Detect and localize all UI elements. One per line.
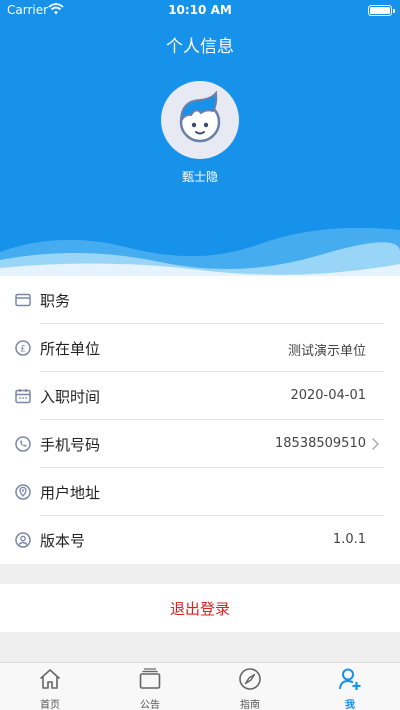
row-position[interactable]: 职务 xyxy=(0,276,400,324)
calendar-icon xyxy=(15,389,31,404)
profile-header: Carrier 10:10 AM 个人信息 甄士隐 xyxy=(0,0,400,276)
battery-icon xyxy=(368,5,395,16)
row-label: 职务 xyxy=(40,292,71,310)
tab-notice[interactable]: 公告 xyxy=(100,663,200,710)
row-value: 测试演示单位 xyxy=(287,344,366,359)
tab-label: 我 xyxy=(345,700,355,710)
profile-add-icon xyxy=(339,668,361,690)
tab-label: 首页 xyxy=(40,700,60,710)
row-label: 版本号 xyxy=(40,532,86,550)
page-title: 个人信息 xyxy=(166,37,234,57)
notice-icon xyxy=(139,668,161,689)
avatar-boy-icon xyxy=(179,90,221,143)
user-name: 甄士隐 xyxy=(181,170,218,184)
user-icon xyxy=(15,532,31,548)
logout-button[interactable]: 退出登录 xyxy=(0,584,400,632)
row-version[interactable]: 版本号 1.0.1 xyxy=(0,516,400,564)
location-icon xyxy=(15,484,31,500)
profile-info-list: 职务 £ 所在单位 测试演示单位 入职时间 2020-04-01 手机号码 18… xyxy=(0,276,400,564)
row-value: 18538509510 xyxy=(275,436,366,451)
row-unit[interactable]: £ 所在单位 测试演示单位 xyxy=(0,324,400,372)
logout-label: 退出登录 xyxy=(169,600,230,618)
row-label: 所在单位 xyxy=(40,340,101,358)
unit-icon: £ xyxy=(15,340,31,356)
card-icon xyxy=(15,293,31,307)
row-value: 1.0.1 xyxy=(332,532,366,547)
row-address[interactable]: 用户地址 xyxy=(0,468,400,516)
wave-decoration xyxy=(0,227,400,276)
row-label: 用户地址 xyxy=(40,484,101,502)
row-hire-date[interactable]: 入职时间 2020-04-01 xyxy=(0,372,400,420)
status-bar: Carrier 10:10 AM xyxy=(0,0,400,20)
compass-icon xyxy=(239,668,261,690)
tab-home[interactable]: 首页 xyxy=(0,663,100,710)
row-label: 入职时间 xyxy=(40,388,101,406)
svg-text:£: £ xyxy=(20,345,26,355)
row-phone[interactable]: 手机号码 18538509510 xyxy=(0,420,400,468)
phone-icon xyxy=(15,436,31,452)
tab-label: 指南 xyxy=(240,700,260,710)
row-value: 2020-04-01 xyxy=(290,388,366,403)
tab-guide[interactable]: 指南 xyxy=(200,663,300,710)
status-time: 10:10 AM xyxy=(168,3,232,17)
home-icon xyxy=(39,669,61,689)
avatar[interactable] xyxy=(161,81,239,159)
tab-bar: 首页 公告 指南 我 xyxy=(0,662,400,710)
tab-me[interactable]: 我 xyxy=(300,663,400,710)
row-label: 手机号码 xyxy=(40,436,101,454)
tab-label: 公告 xyxy=(140,700,160,710)
chevron-right-icon xyxy=(371,437,380,451)
